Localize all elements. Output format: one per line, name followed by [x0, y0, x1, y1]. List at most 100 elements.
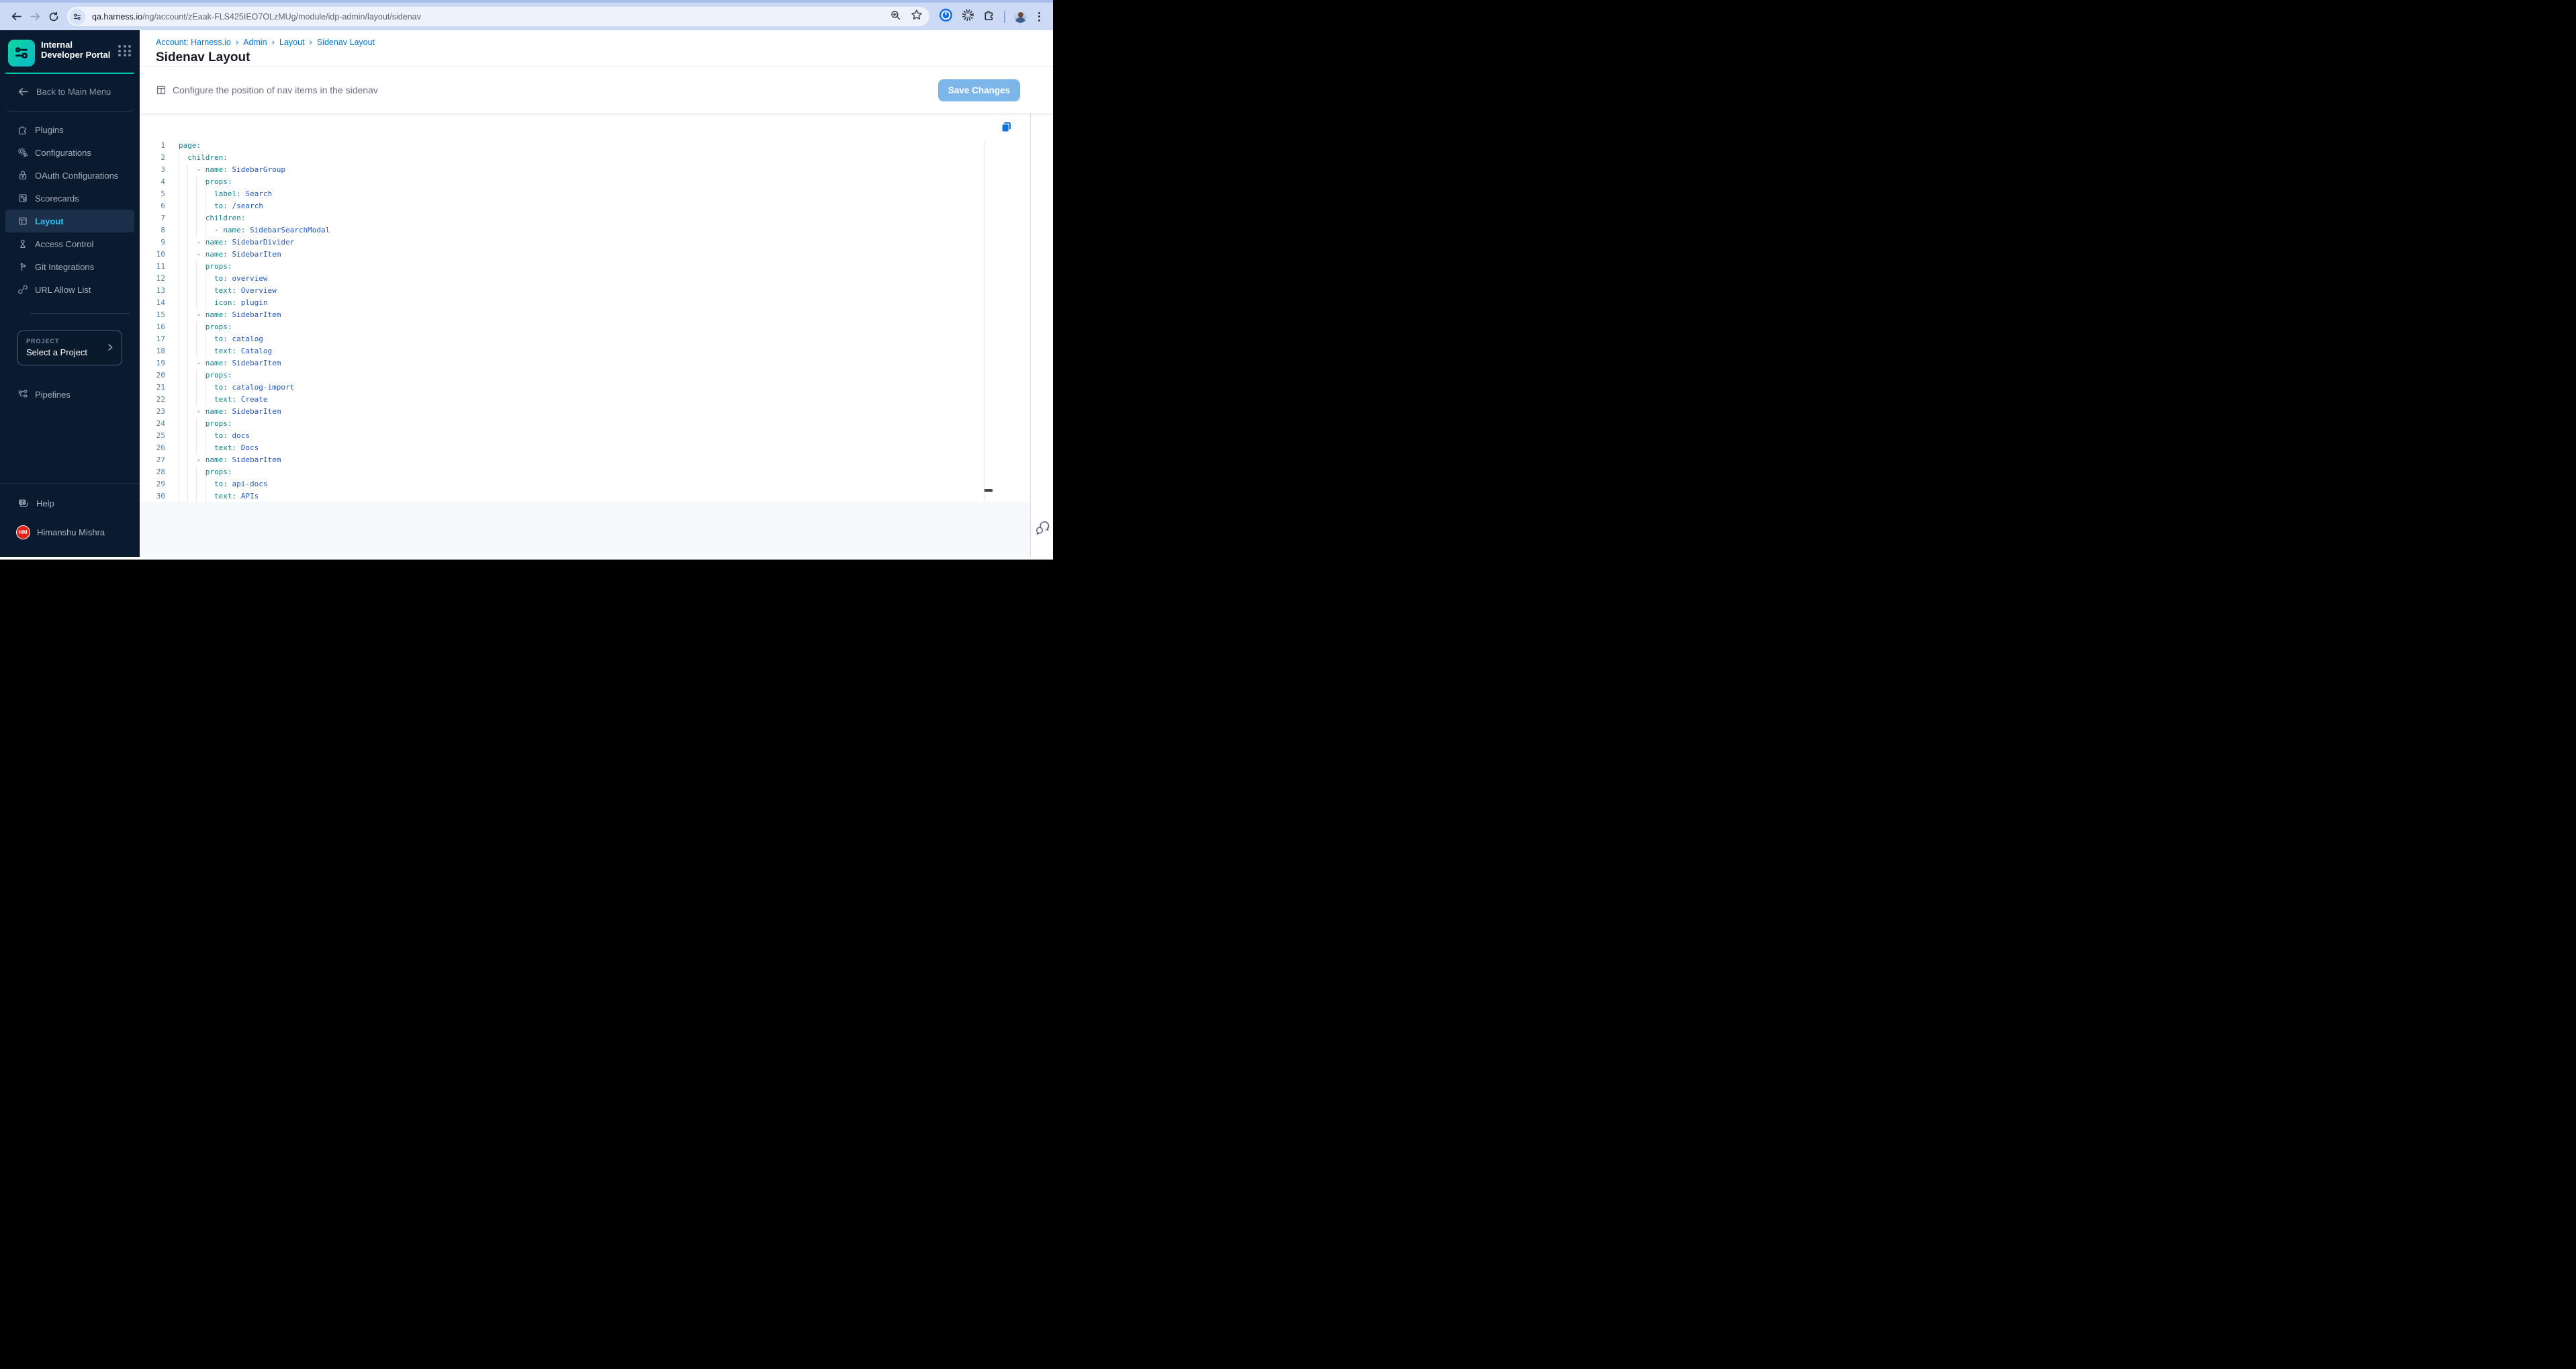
line-number: 24 — [156, 419, 165, 428]
copy-icon[interactable] — [1001, 121, 1013, 133]
extensions-puzzle-icon[interactable] — [983, 9, 995, 24]
indent-guide — [196, 273, 197, 285]
code-line[interactable]: 28 props: — [140, 466, 1030, 478]
indent-guide — [205, 394, 206, 406]
code-text: - name: SidebarItem — [179, 406, 281, 418]
code-line[interactable]: 27 - name: SidebarItem — [140, 454, 1030, 466]
code-line[interactable]: 16 props: — [140, 321, 1030, 333]
help-button[interactable]: ? Help — [0, 494, 140, 512]
sidebar-item-git-integrations[interactable]: Git Integrations — [5, 255, 134, 278]
line-number: 29 — [156, 480, 165, 488]
password-manager-extension-icon[interactable] — [939, 8, 953, 26]
line-number: 21 — [156, 383, 165, 392]
project-selector[interactable]: PROJECT Select a Project — [17, 330, 122, 365]
sidebar-item-access-control[interactable]: Access Control — [5, 232, 134, 255]
code-line[interactable]: 8 - name: SidebarSearchModal — [140, 224, 1030, 236]
code-line[interactable]: 25 to: docs — [140, 430, 1030, 442]
back-to-main-menu[interactable]: Back to Main Menu — [0, 74, 140, 100]
code-line[interactable]: 15 - name: SidebarItem — [140, 309, 1030, 321]
forward-button[interactable] — [26, 7, 44, 26]
indent-guide — [196, 394, 197, 406]
indent-guide — [205, 188, 206, 200]
sidebar-item-layout[interactable]: Layout — [5, 210, 134, 232]
code-line[interactable]: 4 props: — [140, 176, 1030, 188]
code-line[interactable]: 11 props: — [140, 261, 1030, 273]
help-chat-icon: ? — [19, 499, 28, 507]
yaml-editor[interactable]: 1 page: 2 children: 3 - name: SidebarGroup 4… — [140, 113, 1030, 502]
address-bar[interactable]: qa.harness.io/ng/account/zEaak-FLS425IEO… — [67, 7, 929, 26]
main-content: Account: Harness.io › Admin › Layout › S… — [140, 30, 1053, 557]
sidebar-item-configurations[interactable]: Configurations — [5, 141, 134, 164]
code-line[interactable]: 24 props: — [140, 418, 1030, 430]
code-line[interactable]: 18 text: Catalog — [140, 345, 1030, 357]
indent-guide — [196, 200, 197, 212]
breadcrumb-admin[interactable]: Admin — [243, 38, 267, 47]
indent-guide — [187, 369, 189, 382]
toolbar-description: Configure the position of nav items in t… — [173, 85, 378, 95]
browser-menu-icon[interactable] — [1036, 9, 1043, 24]
feedback-chat-icon[interactable] — [1033, 520, 1050, 539]
indent-guide — [187, 200, 189, 212]
code-line[interactable]: 21 to: catalog-import — [140, 382, 1030, 394]
code-line[interactable]: 20 props: — [140, 369, 1030, 382]
refresh-button[interactable] — [44, 7, 63, 26]
lock-icon — [17, 170, 28, 181]
sidebar-item-oauth-configurations[interactable]: OAuth Configurations — [5, 164, 134, 187]
sidebar-nav: Plugins Configurations OAuth Configurati… — [0, 118, 140, 301]
line-number: 14 — [156, 298, 165, 307]
code-line[interactable]: 6 to: /search — [140, 200, 1030, 212]
code-line[interactable]: 19 - name: SidebarItem — [140, 357, 1030, 369]
save-changes-button[interactable]: Save Changes — [938, 79, 1020, 101]
sidebar-item-label: Git Integrations — [35, 261, 95, 272]
breadcrumb-layout[interactable]: Layout — [279, 38, 305, 47]
sidebar-item-plugins[interactable]: Plugins — [5, 118, 134, 141]
code-line[interactable]: 30 text: APIs — [140, 490, 1030, 502]
code-line[interactable]: 12 to: overview — [140, 273, 1030, 285]
code-line[interactable]: 2 children: — [140, 152, 1030, 164]
breadcrumb-sidenav-layout[interactable]: Sidenav Layout — [317, 38, 375, 47]
code-line[interactable]: 7 children: — [140, 212, 1030, 224]
line-number: 7 — [160, 214, 165, 222]
sidebar-item-scorecards[interactable]: Scorecards — [5, 187, 134, 210]
back-button[interactable] — [7, 7, 26, 26]
line-number: 28 — [156, 468, 165, 476]
code-line[interactable]: 9 - name: SidebarDivider — [140, 236, 1030, 249]
sidebar-item-pipelines[interactable]: Pipelines — [5, 383, 134, 406]
code-line[interactable]: 22 text: Create — [140, 394, 1030, 406]
code-text: text: Create — [179, 394, 267, 406]
code-text: icon: plugin — [179, 297, 267, 309]
code-text: - name: SidebarSearchModal — [179, 224, 330, 236]
site-settings-icon[interactable] — [69, 8, 85, 25]
code-line[interactable]: 29 to: api-docs — [140, 478, 1030, 490]
editor-scrollbar-thumb[interactable] — [984, 489, 993, 492]
sidebar-bottom-section: ? Help HM Himanshu Mishra — [0, 483, 140, 557]
indent-guide — [187, 188, 189, 200]
code-text: - name: SidebarItem — [179, 357, 281, 369]
extension-spinner-icon[interactable] — [962, 9, 974, 25]
line-number: 23 — [156, 407, 165, 416]
breadcrumb-account[interactable]: Account: Harness.io — [156, 38, 231, 47]
code-line[interactable]: 13 text: Overview — [140, 285, 1030, 297]
code-line[interactable]: 23 - name: SidebarItem — [140, 406, 1030, 418]
code-text: props: — [179, 369, 232, 382]
indent-guide — [196, 490, 197, 502]
sidebar-item-url-allow-list[interactable]: URL Allow List — [5, 278, 134, 301]
indent-guide — [196, 418, 197, 430]
bookmark-star-icon[interactable] — [911, 9, 923, 24]
user-menu[interactable]: HM Himanshu Mishra — [0, 523, 140, 541]
code-line[interactable]: 17 to: catalog — [140, 333, 1030, 345]
code-text: props: — [179, 261, 232, 273]
layout-config-icon — [156, 85, 166, 95]
indent-guide — [187, 430, 189, 442]
code-line[interactable]: 26 text: Docs — [140, 442, 1030, 454]
code-line[interactable]: 3 - name: SidebarGroup — [140, 164, 1030, 176]
code-line[interactable]: 14 icon: plugin — [140, 297, 1030, 309]
code-line[interactable]: 10 - name: SidebarItem — [140, 249, 1030, 261]
zoom-icon[interactable] — [890, 9, 901, 24]
module-grid-icon[interactable] — [118, 45, 132, 56]
code-line[interactable]: 5 label: Search — [140, 188, 1030, 200]
browser-profile-avatar[interactable] — [1014, 10, 1027, 23]
code-line[interactable]: 1 page: — [140, 140, 1030, 152]
indent-guide — [196, 466, 197, 478]
indent-guide — [196, 176, 197, 188]
